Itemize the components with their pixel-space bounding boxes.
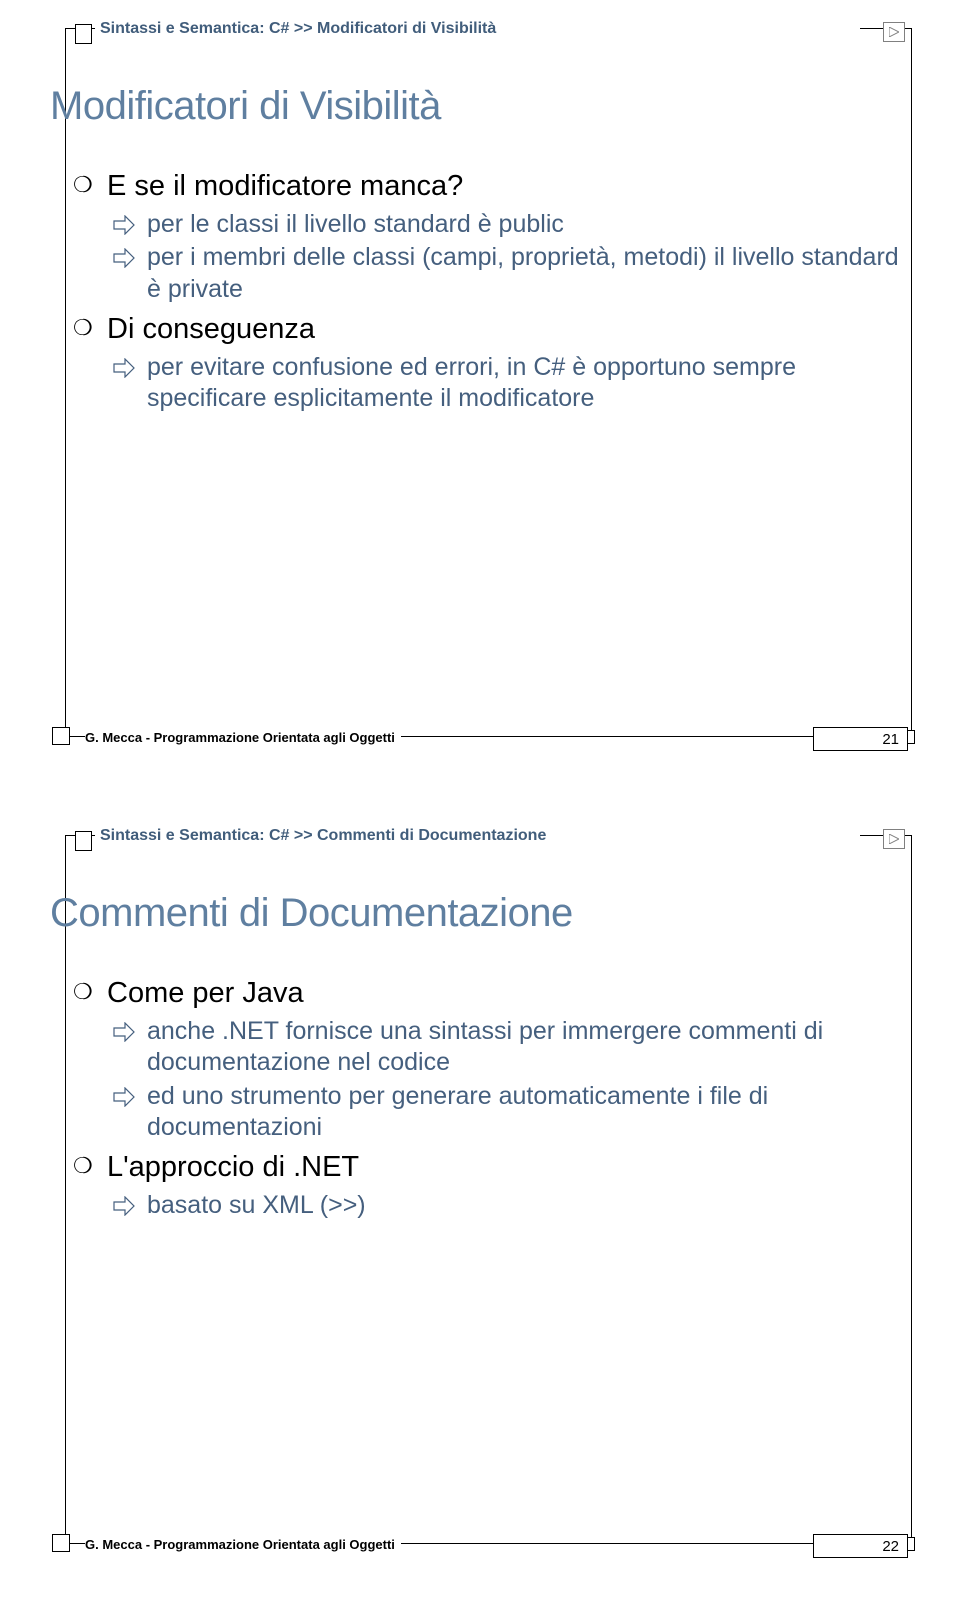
- arrow-right-icon: [113, 1019, 135, 1050]
- play-icon: [883, 22, 905, 42]
- bullet-text: per i membri delle classi (campi, propri…: [147, 243, 899, 302]
- arrow-right-icon: [113, 355, 135, 386]
- bullet-text: per evitare confusione ed errori, in C# …: [147, 353, 796, 412]
- bullet-level2: basato su XML (>>): [113, 1190, 910, 1221]
- arrow-right-icon: [113, 1193, 135, 1224]
- bullet-text: ed uno strumento per generare automatica…: [147, 1082, 768, 1141]
- bullet-text: anche .NET fornisce una sintassi per imm…: [147, 1017, 823, 1076]
- bullet-level2: per le classi il livello standard è publ…: [113, 209, 910, 240]
- breadcrumb: Sintassi e Semantica: C# >> Commenti di …: [100, 827, 546, 845]
- bullet-text: basato su XML (>>): [147, 1191, 366, 1219]
- slide-content: E se il modificatore manca? per le class…: [73, 170, 910, 416]
- page-number: 21: [882, 731, 899, 748]
- play-icon: [883, 829, 905, 849]
- bullet-level2: per i membri delle classi (campi, propri…: [113, 242, 910, 305]
- breadcrumb-deco-box: [75, 24, 92, 44]
- footer-deco-box: [52, 727, 70, 745]
- bullet-level1: Come per Java: [73, 977, 910, 1010]
- bullet-text: per le classi il livello standard è publ…: [147, 210, 564, 238]
- arrow-right-icon: [113, 245, 135, 276]
- slide-2: Sintassi e Semantica: C# >> Commenti di …: [0, 807, 960, 1614]
- footer-deco-box: [52, 1534, 70, 1552]
- page-number: 22: [882, 1538, 899, 1555]
- breadcrumb: Sintassi e Semantica: C# >> Modificatori…: [100, 20, 496, 38]
- bullet-level2: ed uno strumento per generare automatica…: [113, 1081, 910, 1144]
- page-number-box: 22: [813, 1534, 908, 1558]
- footer-text: G. Mecca - Programmazione Orientata agli…: [85, 730, 401, 745]
- slide-content: Come per Java anche .NET fornisce una si…: [73, 977, 910, 1223]
- slide-1: Sintassi e Semantica: C# >> Modificatori…: [0, 0, 960, 807]
- breadcrumb-deco-box: [75, 831, 92, 851]
- bullet-level1: E se il modificatore manca?: [73, 170, 910, 203]
- bullet-level2: per evitare confusione ed errori, in C# …: [113, 352, 910, 415]
- page-number-box: 21: [813, 727, 908, 751]
- arrow-right-icon: [113, 212, 135, 243]
- bullet-level1: L'approccio di .NET: [73, 1151, 910, 1184]
- arrow-right-icon: [113, 1084, 135, 1115]
- bullet-level1: Di conseguenza: [73, 313, 910, 346]
- footer-text: G. Mecca - Programmazione Orientata agli…: [85, 1537, 401, 1552]
- slide-title: Modificatori di Visibilità: [50, 84, 441, 129]
- slide-title: Commenti di Documentazione: [50, 891, 573, 936]
- bullet-level2: anche .NET fornisce una sintassi per imm…: [113, 1016, 910, 1079]
